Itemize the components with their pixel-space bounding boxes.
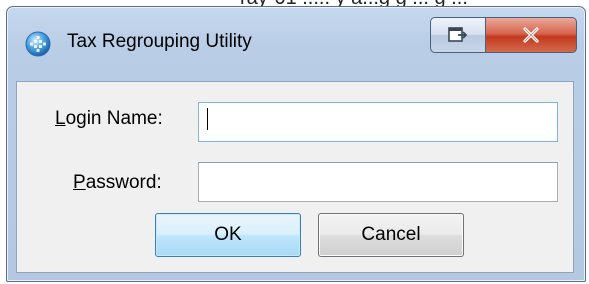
password-input[interactable]	[198, 162, 558, 202]
password-label: Password:	[73, 172, 162, 194]
password-label-text: assword:	[85, 172, 162, 193]
close-button[interactable]	[485, 17, 577, 53]
close-icon	[523, 27, 539, 43]
login-dialog: Tax Regrouping Utility Login Name: Passw…	[6, 6, 586, 282]
login-name-input[interactable]	[198, 102, 558, 142]
window-title: Tax Regrouping Utility	[67, 31, 252, 52]
login-name-mnemonic: L	[55, 108, 66, 129]
login-name-label: Login Name:	[55, 108, 163, 130]
title-bar[interactable]: Tax Regrouping Utility	[7, 7, 585, 77]
login-name-label-text: ogin Name:	[65, 108, 163, 129]
restore-button[interactable]	[430, 17, 486, 53]
app-icon	[25, 31, 51, 57]
password-mnemonic: P	[73, 172, 86, 193]
cancel-button[interactable]: Cancel	[318, 213, 464, 257]
text-cursor	[207, 108, 208, 130]
restore-icon	[448, 27, 468, 42]
ok-button[interactable]: OK	[155, 213, 301, 257]
